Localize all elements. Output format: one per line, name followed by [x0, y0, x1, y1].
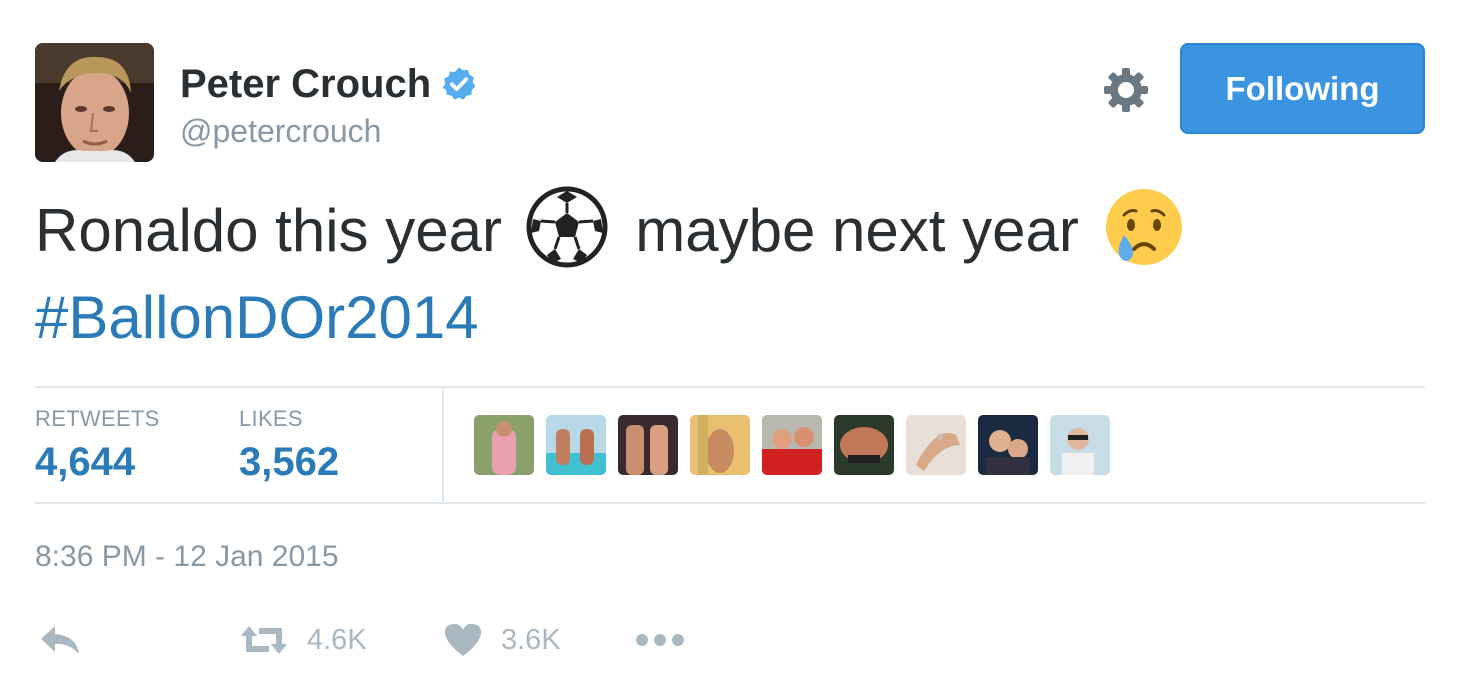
gear-icon[interactable] [1102, 66, 1150, 114]
liker-avatars [474, 415, 1110, 475]
retweets-label: RETWEETS [35, 406, 160, 431]
liker-avatar[interactable] [978, 415, 1038, 475]
tweet-actions: 4.6K 3.6K [35, 612, 735, 668]
retweets-stat[interactable]: RETWEETS 4,644 [35, 406, 160, 485]
heart-icon [444, 623, 482, 656]
retweets-value: 4,644 [35, 440, 136, 484]
crying-face-icon [1102, 185, 1186, 269]
verified-badge-icon [442, 67, 476, 100]
liker-avatar[interactable] [906, 415, 966, 475]
stats-divider-vertical [442, 388, 444, 502]
reply-button[interactable] [39, 612, 81, 668]
tweet-card: Peter Crouch @petercrouch Following Rona… [0, 0, 1460, 695]
liker-avatar[interactable] [690, 415, 750, 475]
avatar[interactable] [35, 43, 154, 162]
stats-divider-top [35, 386, 1425, 388]
tweet-text: Ronaldo this year maybe next year #Ballo… [35, 186, 1425, 358]
more-icon [636, 634, 684, 646]
retweet-button[interactable]: 4.6K [239, 612, 367, 668]
retweet-icon [241, 626, 287, 654]
liker-avatar[interactable] [834, 415, 894, 475]
liker-avatar[interactable] [762, 415, 822, 475]
user-name-row[interactable]: Peter Crouch [180, 58, 478, 110]
user-handle[interactable]: @petercrouch [180, 113, 381, 150]
reply-icon [41, 626, 79, 654]
stats-divider-bottom [35, 502, 1425, 504]
more-button[interactable] [635, 612, 685, 668]
liker-avatar[interactable] [546, 415, 606, 475]
tweet-timestamp[interactable]: 8:36 PM - 12 Jan 2015 [35, 540, 339, 574]
like-button[interactable]: 3.6K [443, 612, 561, 668]
tweet-text-part2: maybe next year [635, 197, 1079, 264]
liker-avatar[interactable] [474, 415, 534, 475]
soccer-ball-icon [525, 185, 609, 269]
like-count: 3.6K [501, 623, 561, 656]
likes-stat[interactable]: LIKES 3,562 [239, 406, 339, 485]
following-button[interactable]: Following [1180, 43, 1425, 134]
avatar-image [35, 43, 154, 162]
hashtag-link[interactable]: #BallonDOr2014 [35, 284, 479, 351]
likes-value: 3,562 [239, 440, 340, 484]
tweet-text-part1: Ronaldo this year [35, 197, 502, 264]
display-name[interactable]: Peter Crouch [180, 62, 431, 107]
likes-label: LIKES [239, 406, 303, 431]
liker-avatar[interactable] [1050, 415, 1110, 475]
retweet-count: 4.6K [307, 623, 367, 656]
liker-avatar[interactable] [618, 415, 678, 475]
